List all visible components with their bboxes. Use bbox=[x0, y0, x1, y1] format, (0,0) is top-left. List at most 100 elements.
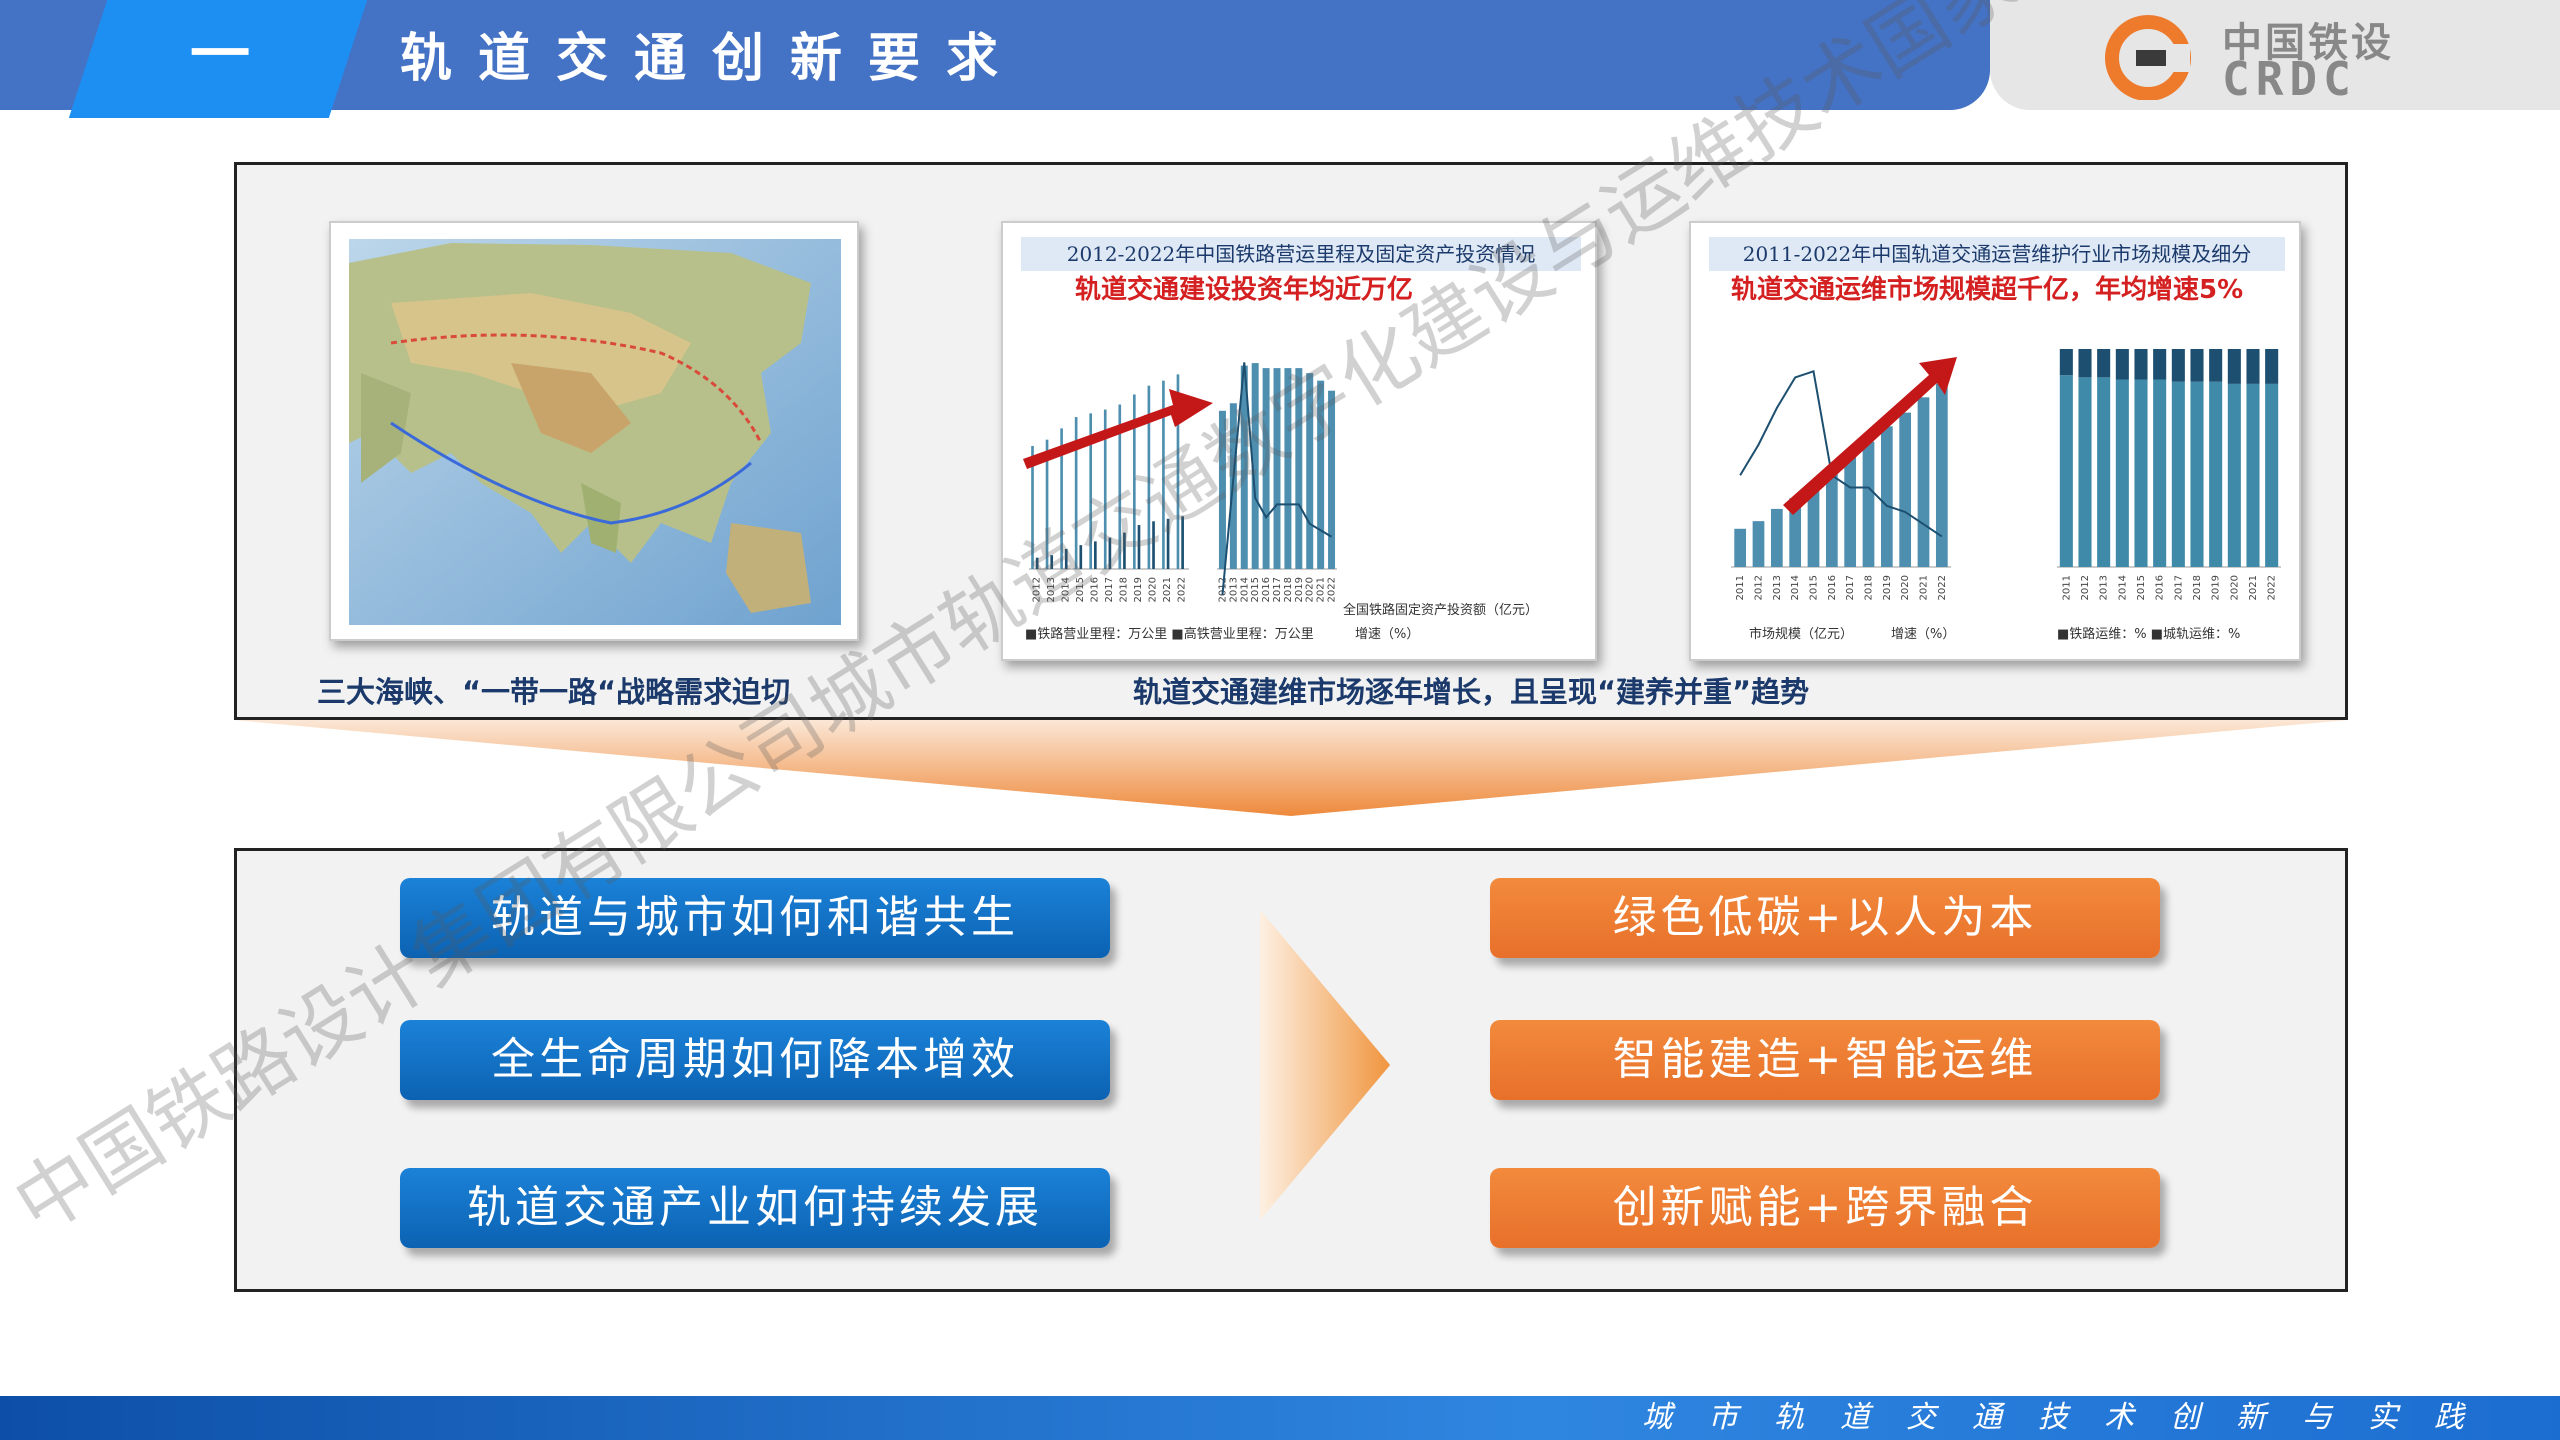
stacked-bar bbox=[2190, 381, 2204, 567]
x-tick-label: 2013 bbox=[1228, 577, 1239, 602]
x-tick-label: 2012 bbox=[1754, 575, 1765, 600]
bar bbox=[1880, 426, 1893, 567]
x-tick-label: 2015 bbox=[2136, 575, 2147, 600]
bar bbox=[1137, 525, 1141, 569]
x-tick-label: 2017 bbox=[1845, 575, 1856, 600]
map-graphic bbox=[349, 239, 841, 625]
bar bbox=[1295, 368, 1303, 569]
bar bbox=[1935, 383, 1948, 567]
bar bbox=[1166, 518, 1170, 569]
maintenance-market-chart: 2011-2022年中国轨道交通运营维护行业市场规模及细分 轨道交通运维市场规模… bbox=[1689, 221, 2301, 661]
bar bbox=[1306, 373, 1314, 569]
bar bbox=[1035, 557, 1039, 569]
stacked-bar bbox=[2097, 349, 2111, 378]
stacked-bar bbox=[2097, 377, 2111, 567]
stacked-bar bbox=[2059, 349, 2073, 376]
bar bbox=[1284, 368, 1292, 569]
x-tick-label: 2016 bbox=[1827, 575, 1838, 600]
bar bbox=[1317, 380, 1325, 569]
bar bbox=[1262, 368, 1270, 569]
stacked-bar bbox=[2134, 349, 2148, 380]
bar bbox=[1770, 508, 1783, 567]
chart2-title: 2011-2022年中国轨道交通运营维护行业市场规模及细分 bbox=[1709, 237, 2285, 271]
stacked-bar bbox=[2227, 349, 2241, 384]
x-tick-label: 2015 bbox=[1075, 577, 1086, 602]
bar bbox=[1123, 532, 1126, 569]
x-tick-label: 2013 bbox=[2099, 575, 2110, 600]
bar bbox=[1734, 528, 1747, 567]
bar bbox=[1094, 541, 1097, 569]
stacked-bar bbox=[2134, 379, 2148, 567]
x-tick-label: 2020 bbox=[1305, 577, 1316, 602]
x-tick-label: 2013 bbox=[1772, 575, 1783, 600]
stacked-bar bbox=[2115, 349, 2129, 380]
requirement-left-3: 轨道交通产业如何持续发展 bbox=[400, 1168, 1110, 1248]
stacked-bar bbox=[2190, 349, 2204, 382]
x-tick-label: 2020 bbox=[2229, 575, 2240, 600]
x-tick-label: 2011 bbox=[2061, 575, 2072, 600]
stacked-bar bbox=[2115, 379, 2129, 567]
bar bbox=[1899, 412, 1912, 567]
bar bbox=[1273, 368, 1281, 569]
x-tick-label: 2019 bbox=[1133, 577, 1144, 602]
stacked-bar bbox=[2246, 383, 2260, 567]
requirement-left-1: 轨道与城市如何和谐共生 bbox=[400, 878, 1110, 958]
x-tick-label: 2014 bbox=[1060, 577, 1071, 602]
x-tick-label: 2018 bbox=[1864, 575, 1875, 600]
stacked-bar bbox=[2078, 377, 2092, 567]
bar bbox=[1079, 545, 1083, 569]
stacked-bar bbox=[2246, 349, 2260, 384]
header-bar: 一 轨道交通创新要求 中国铁设 CRDC bbox=[0, 0, 2560, 118]
x-tick-label: 2016 bbox=[1261, 577, 1272, 602]
requirement-left-2: 全生命周期如何降本增效 bbox=[400, 1020, 1110, 1100]
bar bbox=[1752, 521, 1765, 567]
bar bbox=[1064, 548, 1068, 569]
x-tick-label: 2018 bbox=[1119, 577, 1130, 602]
x-tick-label: 2018 bbox=[2192, 575, 2203, 600]
railway-investment-chart: 2012-2022年中国铁路营运里程及固定资产投资情况 轨道交通建设投资年均近万… bbox=[1001, 221, 1597, 661]
x-tick-label: 2016 bbox=[2155, 575, 2166, 600]
x-tick-label: 2018 bbox=[1283, 577, 1294, 602]
right-arrow-icon bbox=[1260, 910, 1390, 1220]
x-tick-label: 2022 bbox=[1177, 577, 1188, 602]
x-tick-label: 2013 bbox=[1046, 577, 1057, 602]
footer-tagline: 城市轨道交通技术创新与实践 bbox=[1642, 1400, 2500, 1435]
x-tick-label: 2012 bbox=[2080, 575, 2091, 600]
x-tick-label: 2014 bbox=[1790, 575, 1801, 600]
x-tick-label: 2019 bbox=[2211, 575, 2222, 600]
chart2-legend-right: ■铁路运维：% ■城轨运维：% bbox=[2057, 627, 2241, 642]
x-tick-label: 2020 bbox=[1148, 577, 1159, 602]
x-tick-label: 2017 bbox=[1272, 577, 1283, 602]
x-tick-label: 2021 bbox=[1162, 577, 1173, 602]
solution-right-3: 创新赋能+跨界融合 bbox=[1490, 1168, 2160, 1248]
bar bbox=[1152, 521, 1155, 569]
stacked-bar bbox=[2059, 375, 2073, 567]
x-tick-label: 2017 bbox=[1104, 577, 1115, 602]
x-tick-label: 2022 bbox=[2267, 575, 2278, 600]
stacked-bar bbox=[2265, 383, 2279, 567]
x-tick-label: 2015 bbox=[1250, 577, 1261, 602]
stacked-bar bbox=[2153, 379, 2167, 567]
map-caption: 三大海峡、“一带一路“战略需求迫切 bbox=[317, 675, 791, 709]
bar bbox=[1147, 385, 1151, 569]
x-tick-label: 2022 bbox=[1327, 577, 1338, 602]
chart1-legend-right-a: 全国铁路固定资产投资额（亿元） bbox=[1343, 603, 1539, 618]
bar bbox=[1218, 410, 1226, 569]
chart1-legend-right-b: 增速（%） bbox=[1355, 627, 1420, 642]
bar bbox=[1825, 469, 1838, 567]
stacked-bar bbox=[2171, 349, 2185, 382]
bar bbox=[1181, 516, 1184, 569]
x-tick-label: 2014 bbox=[2117, 575, 2128, 600]
x-tick-label: 2014 bbox=[1239, 577, 1250, 602]
stacked-bar bbox=[2171, 381, 2185, 567]
solution-right-1: 绿色低碳+以人为本 bbox=[1490, 878, 2160, 958]
stacked-bar bbox=[2153, 349, 2167, 380]
stacked-bar bbox=[2209, 349, 2223, 382]
x-tick-label: 2019 bbox=[1882, 575, 1893, 600]
eurasia-map-image bbox=[329, 221, 859, 641]
x-tick-label: 2022 bbox=[1937, 575, 1948, 600]
chart1-legend-left: ■铁路营业里程：万公里 ■高铁营业里程：万公里 bbox=[1025, 627, 1314, 642]
stacked-bar bbox=[2209, 381, 2223, 567]
x-tick-label: 2015 bbox=[1809, 575, 1820, 600]
bar bbox=[1050, 555, 1054, 569]
